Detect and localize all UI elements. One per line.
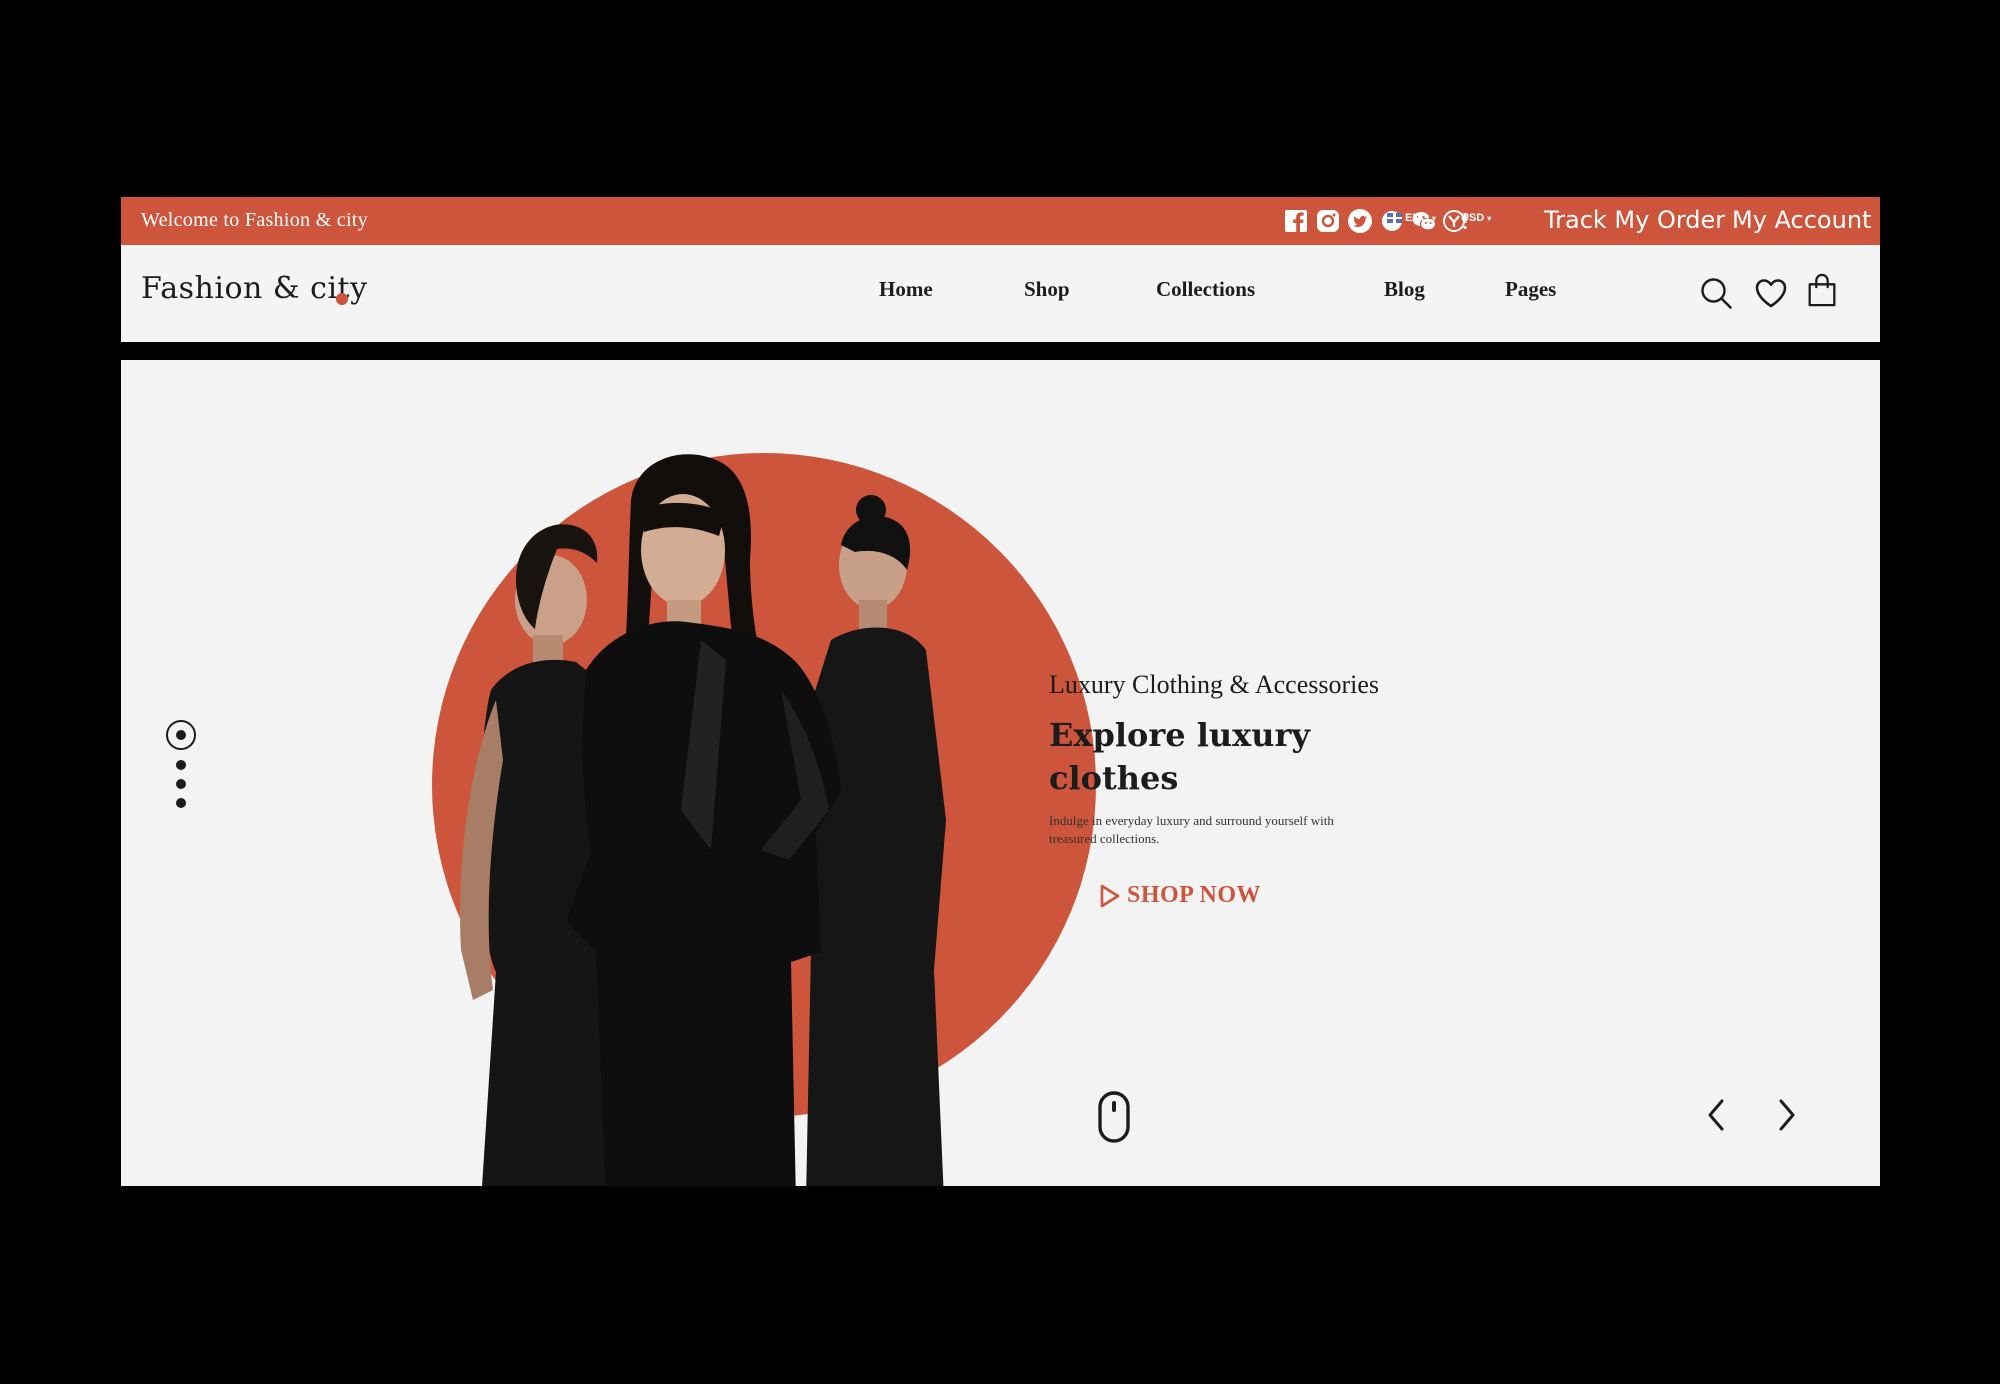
track-order-link[interactable]: Track My Order — [1544, 206, 1725, 234]
slide-dot[interactable] — [176, 760, 186, 770]
facebook-icon[interactable] — [1283, 208, 1309, 234]
nav-home[interactable]: Home — [879, 277, 933, 302]
hero-section: Luxury Clothing & Accessories Explore lu… — [121, 360, 1880, 1186]
welcome-text: Welcome to Fashion & city — [141, 209, 368, 231]
hero-text: Luxury Clothing & Accessories Explore lu… — [1049, 670, 1379, 848]
nav-collections[interactable]: Collections — [1156, 277, 1255, 302]
hero-subtitle: Luxury Clothing & Accessories — [1049, 670, 1380, 699]
hero-headline: Explore luxury clothes — [1049, 716, 1310, 797]
chevron-down-icon: ▾ — [1487, 213, 1492, 223]
social-links — [1283, 208, 1469, 234]
hero-description: Indulge in everyday luxury and surround … — [1049, 813, 1334, 846]
slide-pagination — [165, 720, 197, 810]
uk-flag-icon — [1387, 213, 1402, 223]
site-logo[interactable]: Fashion & city — [141, 271, 368, 306]
heart-icon[interactable] — [1753, 275, 1789, 311]
nav-blog[interactable]: Blog — [1384, 277, 1425, 302]
nav-shop[interactable]: Shop — [1024, 277, 1070, 302]
slide-dot-active[interactable] — [166, 720, 196, 750]
center-model — [566, 454, 841, 1186]
my-account-link[interactable]: My Account — [1732, 206, 1871, 234]
shop-now-label: SHOP NOW — [1127, 882, 1262, 908]
chevron-right-icon[interactable] — [1771, 1095, 1801, 1135]
search-icon[interactable] — [1698, 275, 1734, 311]
slide-dot[interactable] — [176, 779, 186, 789]
left-model — [460, 524, 611, 1186]
shopping-bag-icon[interactable] — [1804, 272, 1840, 308]
currency-selector[interactable]: USD ▾ — [1461, 212, 1491, 224]
currency-label: USD — [1461, 212, 1485, 224]
language-label: ENG — [1405, 212, 1429, 224]
scroll-mouse-icon — [1098, 1091, 1130, 1143]
nav-pages[interactable]: Pages — [1505, 277, 1556, 302]
twitter-icon[interactable] — [1347, 208, 1373, 234]
slide-dot[interactable] — [176, 798, 186, 808]
instagram-icon[interactable] — [1315, 208, 1341, 234]
chevron-left-icon[interactable] — [1702, 1095, 1732, 1135]
shop-now-button[interactable]: SHOP NOW — [1099, 882, 1261, 909]
main-header: Fashion & city Home Shop Collections Blo… — [121, 245, 1880, 342]
logo-dot — [336, 293, 348, 305]
language-selector[interactable]: ENG ▾ — [1387, 212, 1436, 224]
play-icon — [1100, 884, 1120, 907]
top-bar: Welcome to Fashion & city ENG ▾ USD ▾ Tr… — [121, 197, 1880, 245]
chevron-down-icon: ▾ — [1431, 213, 1436, 223]
